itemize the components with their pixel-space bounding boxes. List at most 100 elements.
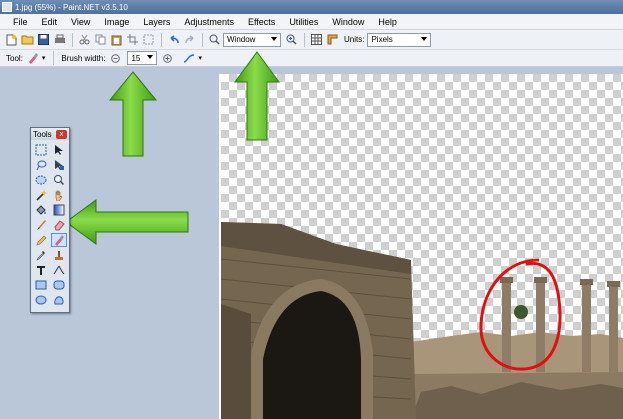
clone-stamp-icon — [55, 251, 63, 260]
copy-icon — [95, 34, 106, 45]
paste-button[interactable] — [109, 32, 124, 47]
paintbrush-tool[interactable] — [33, 218, 49, 232]
chevron-down-icon — [147, 55, 154, 59]
redo-button[interactable] — [182, 32, 197, 47]
grid-toggle-button[interactable] — [309, 32, 324, 47]
paint-bucket-tool[interactable] — [33, 203, 49, 217]
menu-layers[interactable]: Layers — [136, 14, 177, 30]
lasso-icon — [36, 160, 47, 171]
save-icon — [38, 34, 49, 45]
lasso-select-tool[interactable] — [33, 158, 49, 172]
brush-width-decrease-button[interactable] — [108, 51, 123, 66]
units-select[interactable]: Pixels — [367, 32, 432, 47]
menu-view[interactable]: View — [64, 14, 97, 30]
brush-width-select[interactable]: 15 — [127, 51, 158, 65]
toolbar-separator — [304, 32, 305, 47]
ellipse-select-tool[interactable] — [33, 173, 49, 187]
rounded-rectangle-icon — [53, 280, 65, 290]
menu-file[interactable]: File — [6, 14, 35, 30]
magnifier-icon — [54, 175, 65, 186]
toolbar-separator — [161, 32, 162, 47]
save-button[interactable] — [36, 32, 51, 47]
undo-button[interactable] — [166, 32, 181, 47]
rulers-toggle-button[interactable] — [325, 32, 340, 47]
eraser-icon — [54, 220, 65, 231]
gradient-icon — [53, 204, 65, 216]
current-tool-selector[interactable] — [26, 51, 41, 66]
chevron-down-icon[interactable]: ▾ — [198, 54, 202, 62]
folder-icon — [21, 35, 34, 45]
line-curve-tool[interactable] — [51, 263, 67, 277]
ellipse-icon — [35, 295, 47, 305]
print-button[interactable] — [52, 32, 67, 47]
clone-stamp-tool[interactable] — [51, 248, 67, 262]
rectangle-tool[interactable] — [33, 278, 49, 292]
gradient-tool[interactable] — [51, 203, 67, 217]
eraser-tool[interactable] — [51, 218, 67, 232]
line-curve-icon — [53, 265, 65, 275]
magic-wand-icon — [36, 190, 47, 201]
new-image-button[interactable] — [4, 32, 19, 47]
deselect-button[interactable] — [141, 32, 156, 47]
brush-width-increase-button[interactable] — [160, 51, 175, 66]
antialiasing-toggle[interactable] — [182, 51, 197, 66]
new-file-icon — [6, 34, 17, 45]
recolor-brush-icon — [29, 53, 39, 64]
move-selected-tool[interactable] — [51, 158, 67, 172]
menu-edit[interactable]: Edit — [35, 14, 65, 30]
menu-adjustments[interactable]: Adjustments — [177, 14, 241, 30]
ruins-photo — [221, 222, 623, 419]
ellipse-select-icon — [35, 175, 47, 185]
rounded-rectangle-tool[interactable] — [51, 278, 67, 292]
menu-help[interactable]: Help — [371, 14, 404, 30]
menu-utilities[interactable]: Utilities — [282, 14, 325, 30]
close-icon[interactable]: x — [56, 129, 67, 139]
rectangle-select-icon — [35, 144, 47, 156]
text-tool[interactable] — [33, 263, 49, 277]
minus-circle-icon — [111, 53, 121, 63]
tools-window-titlebar[interactable]: Tools x — [31, 128, 69, 140]
rectangle-select-tool[interactable] — [33, 143, 49, 157]
plus-circle-icon — [163, 53, 173, 63]
window-title: 1.jpg (55%) - Paint.NET v3.5.10 — [15, 2, 128, 12]
antialiasing-icon — [184, 53, 195, 63]
redo-icon — [184, 34, 194, 43]
chevron-down-icon[interactable]: ▾ — [42, 54, 46, 62]
open-button[interactable] — [20, 32, 35, 47]
deselect-icon — [143, 34, 154, 45]
crop-icon — [127, 34, 138, 45]
menu-window[interactable]: Window — [325, 14, 371, 30]
eyedropper-icon — [36, 251, 45, 261]
title-bar: 1.jpg (55%) - Paint.NET v3.5.10 — [0, 0, 623, 14]
freeform-shape-tool[interactable] — [51, 293, 67, 307]
main-toolbar: Window Units: Pixels — [0, 30, 623, 50]
menu-image[interactable]: Image — [97, 14, 136, 30]
copy-button[interactable] — [93, 32, 108, 47]
menu-effects[interactable]: Effects — [241, 14, 282, 30]
menu-bar: File Edit View Image Layers Adjustments … — [0, 14, 623, 30]
freeform-shape-icon — [54, 296, 64, 305]
zoom-tool[interactable] — [51, 173, 67, 187]
paint-bucket-icon — [36, 205, 46, 215]
cut-button[interactable] — [77, 32, 92, 47]
color-picker-tool[interactable] — [33, 248, 49, 262]
tool-label: Tool: — [6, 53, 23, 63]
toolbar-separator — [202, 32, 203, 47]
units-select-value: Pixels — [371, 35, 393, 44]
move-selection-tool[interactable] — [51, 143, 67, 157]
ellipse-tool[interactable] — [33, 293, 49, 307]
zoom-select[interactable]: Window — [223, 32, 281, 47]
scissors-icon — [79, 34, 90, 45]
zoom-out-button[interactable] — [207, 32, 222, 47]
crop-to-selection-button[interactable] — [125, 32, 140, 47]
recolor-tool[interactable] — [51, 233, 67, 247]
paintnet-app-icon — [2, 2, 12, 12]
magic-wand-tool[interactable] — [33, 188, 49, 202]
chevron-down-icon — [421, 36, 428, 41]
tools-window[interactable]: Tools x — [30, 127, 70, 313]
zoom-in-button[interactable] — [284, 32, 299, 47]
pan-tool[interactable] — [51, 188, 67, 202]
image-canvas[interactable] — [221, 74, 623, 419]
tools-grid — [31, 140, 69, 310]
pencil-tool[interactable] — [33, 233, 49, 247]
